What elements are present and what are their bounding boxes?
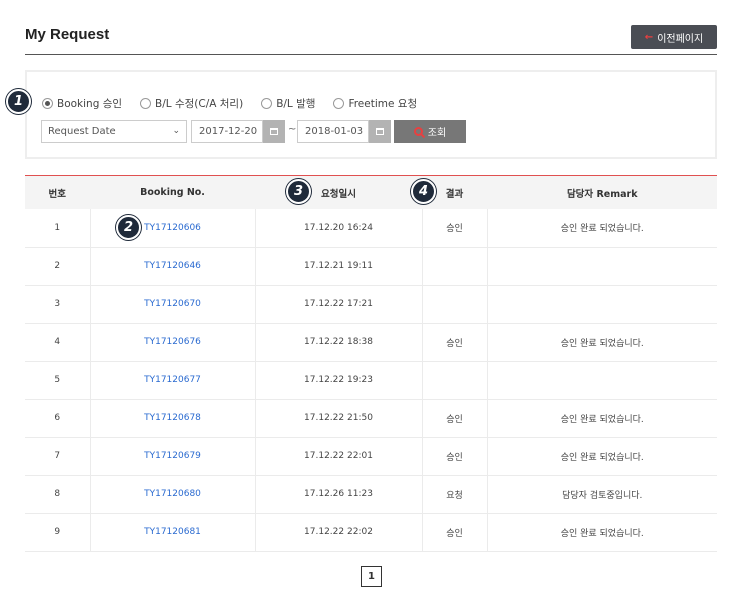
col-header-remark: 담당자 Remark [486, 176, 717, 209]
cell-request-date: 17.12.20 16:24 [254, 209, 422, 248]
calendar-from-icon[interactable] [263, 120, 285, 143]
table-row: 7 TY17120679 17.12.22 22:01 승인 승인 완료 되었습니다. [25, 437, 717, 476]
cell-result: 요청 [421, 475, 487, 514]
back-button[interactable]: ← 이전페이지 [631, 25, 717, 49]
cell-remark: 승인 완료 되었습니다. [486, 209, 717, 248]
table-row: 4 TY17120676 17.12.22 18:38 승인 승인 완료 되었습니다. [25, 323, 717, 362]
table-row: 6 TY17120678 17.12.22 21:50 승인 승인 완료 되었습니다. [25, 399, 717, 438]
radio-label: B/L 발행 [276, 98, 316, 110]
cell-remark [486, 247, 717, 286]
cell-request-date: 17.12.22 17:21 [254, 285, 422, 324]
cell-booking-no[interactable]: TY17120680 [89, 475, 255, 514]
cell-no: 6 [25, 399, 90, 438]
calendar-to-icon[interactable] [369, 120, 391, 143]
table-header-row: 번호 Booking No. 요청일시 결과 담당자 Remark [25, 176, 717, 209]
cell-result [421, 361, 487, 400]
table-row: 5 TY17120677 17.12.22 19:23 [25, 361, 717, 400]
cell-booking-no[interactable]: TY17120681 [89, 513, 255, 552]
callout-badge-4: 4 [411, 179, 436, 204]
cell-no: 7 [25, 437, 90, 476]
col-header-no: 번호 [25, 176, 90, 209]
cell-remark: 승인 완료 되었습니다. [486, 437, 717, 476]
radio-label: B/L 수정(C/A 처리) [155, 98, 244, 110]
radio-booking[interactable]: Booking 승인 [42, 96, 122, 111]
cell-booking-no[interactable]: TY17120679 [89, 437, 255, 476]
table-row: 2 TY17120646 17.12.21 19:11 [25, 247, 717, 286]
cell-remark: 승인 완료 되었습니다. [486, 513, 717, 552]
cell-result: 승인 [421, 209, 487, 248]
cell-no: 2 [25, 247, 90, 286]
page-title: My Request [25, 26, 110, 43]
request-type-radios: Booking 승인 B/L 수정(C/A 처리) B/L 발행 Freetim… [42, 96, 435, 111]
cell-no: 5 [25, 361, 90, 400]
radio-checked-icon [42, 98, 53, 109]
cell-booking-no[interactable]: TY17120677 [89, 361, 255, 400]
col-header-request-date: 요청일시 [254, 176, 422, 209]
callout-badge-2: 2 [116, 215, 141, 240]
cell-result: 승인 [421, 437, 487, 476]
cell-no: 1 [25, 209, 90, 248]
date-from-input[interactable]: 2017-12-20 [191, 120, 263, 143]
cell-no: 3 [25, 285, 90, 324]
date-to-input[interactable]: 2018-01-03 [297, 120, 369, 143]
cell-no: 4 [25, 323, 90, 362]
radio-freetime[interactable]: Freetime 요청 [333, 96, 417, 111]
cell-booking-no[interactable]: TY17120606 [89, 209, 255, 248]
callout-badge-1: 1 [6, 89, 31, 114]
cell-result: 승인 [421, 513, 487, 552]
callout-badge-3: 3 [286, 179, 311, 204]
filter-panel [25, 70, 717, 159]
date-type-select[interactable]: Request Date ⌄ [41, 120, 187, 143]
cell-remark: 승인 완료 되었습니다. [486, 399, 717, 438]
cell-request-date: 17.12.26 11:23 [254, 475, 422, 514]
search-button[interactable]: 조회 [394, 120, 466, 143]
radio-icon [140, 98, 152, 109]
date-range-separator: ~ [288, 124, 297, 135]
pagination-page-1[interactable]: 1 [361, 566, 382, 587]
radio-bl-edit[interactable]: B/L 수정(C/A 처리) [140, 96, 243, 111]
cell-no: 9 [25, 513, 90, 552]
col-header-booking: Booking No. [89, 176, 255, 209]
radio-label: Booking 승인 [57, 98, 123, 110]
table-row: 3 TY17120670 17.12.22 17:21 [25, 285, 717, 324]
radio-icon [333, 98, 345, 109]
table-row: 8 TY17120680 17.12.26 11:23 요청 담당자 검토중입니다. [25, 475, 717, 514]
cell-remark: 승인 완료 되었습니다. [486, 323, 717, 362]
cell-request-date: 17.12.22 22:02 [254, 513, 422, 552]
cell-no: 8 [25, 475, 90, 514]
back-button-label: 이전페이지 [657, 33, 704, 45]
search-icon [413, 127, 423, 136]
cell-booking-no[interactable]: TY17120678 [89, 399, 255, 438]
table-row: 9 TY17120681 17.12.22 22:02 승인 승인 완료 되었습니다. [25, 513, 717, 552]
cell-request-date: 17.12.22 22:01 [254, 437, 422, 476]
radio-icon [261, 98, 273, 109]
cell-result: 승인 [421, 399, 487, 438]
cell-booking-no[interactable]: TY17120646 [89, 247, 255, 286]
cell-booking-no[interactable]: TY17120670 [89, 285, 255, 324]
cell-request-date: 17.12.22 18:38 [254, 323, 422, 362]
cell-remark: 담당자 검토중입니다. [486, 475, 717, 514]
cell-request-date: 17.12.21 19:11 [254, 247, 422, 286]
back-arrow-icon: ← [644, 31, 654, 43]
radio-label: Freetime 요청 [348, 98, 418, 110]
title-divider [25, 54, 717, 55]
cell-booking-no[interactable]: TY17120676 [89, 323, 255, 362]
radio-bl-issue[interactable]: B/L 발행 [261, 96, 315, 111]
cell-request-date: 17.12.22 21:50 [254, 399, 422, 438]
cell-result: 승인 [421, 323, 487, 362]
chevron-down-icon: ⌄ [172, 126, 180, 136]
search-button-label: 조회 [427, 128, 447, 139]
cell-remark [486, 361, 717, 400]
cell-request-date: 17.12.22 19:23 [254, 361, 422, 400]
cell-result [421, 285, 487, 324]
cell-remark [486, 285, 717, 324]
cell-result [421, 247, 487, 286]
date-type-value: Request Date [48, 126, 116, 137]
